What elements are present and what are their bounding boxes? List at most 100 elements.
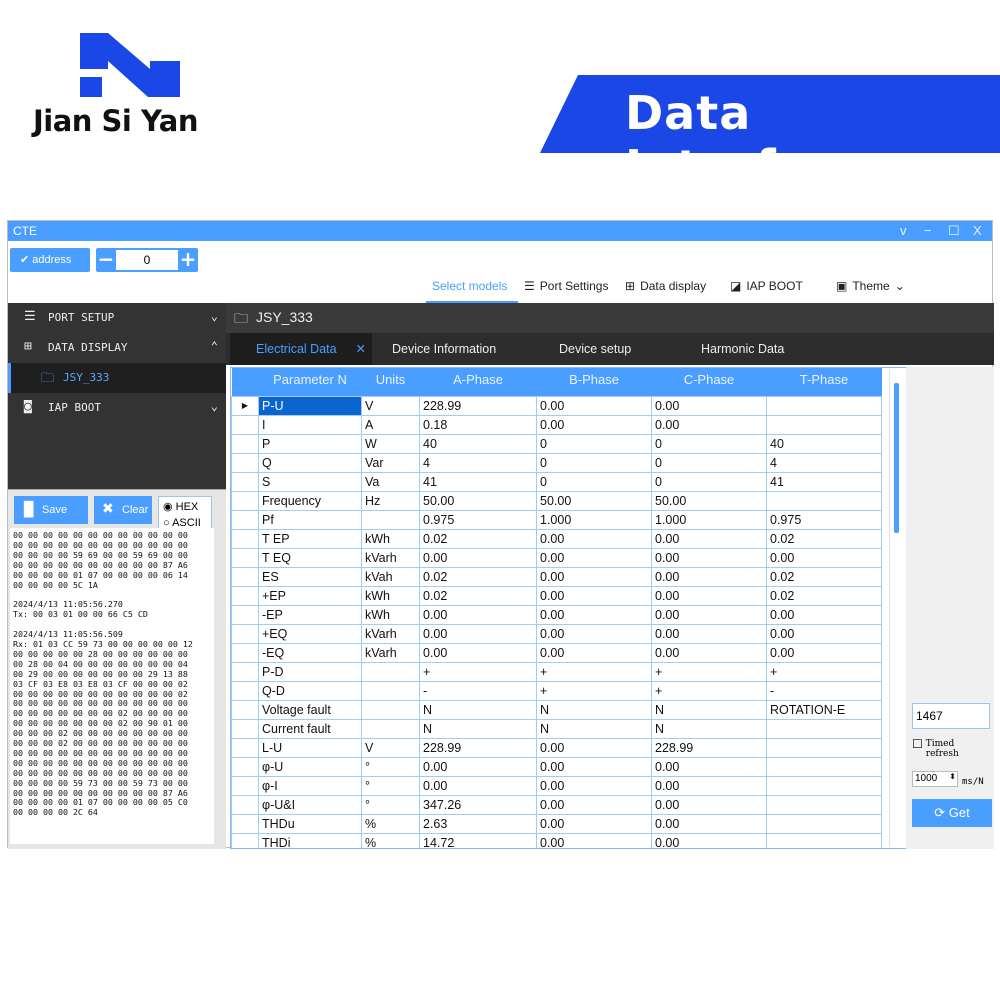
log-textarea[interactable]: 00 00 00 00 00 00 00 00 00 00 00 00 00 0… xyxy=(10,528,214,844)
table-cell[interactable]: P xyxy=(258,433,362,454)
tab-device-information[interactable]: Device Information xyxy=(392,342,496,356)
table-cell[interactable]: 2.63 xyxy=(419,813,537,834)
table-cell[interactable]: kVarh xyxy=(361,623,420,644)
table-cell[interactable]: 0.00 xyxy=(536,566,652,587)
table-cell[interactable]: 0 xyxy=(536,433,652,454)
table-cell[interactable]: THDu xyxy=(258,813,362,834)
table-cell[interactable]: P-D xyxy=(258,661,362,682)
column-header[interactable]: T-Phase xyxy=(766,368,882,396)
table-cell[interactable]: 0 xyxy=(651,452,767,473)
table-cell[interactable]: 0.00 xyxy=(536,756,652,777)
table-cell[interactable] xyxy=(766,718,882,739)
table-cell[interactable]: 0 xyxy=(536,452,652,473)
table-cell[interactable]: Va xyxy=(361,471,420,492)
row-selector[interactable] xyxy=(231,832,259,848)
table-cell[interactable]: 0.00 xyxy=(651,794,767,815)
table-cell[interactable]: φ-U xyxy=(258,756,362,777)
table-cell[interactable]: 0.00 xyxy=(419,756,537,777)
table-cell[interactable]: N xyxy=(419,699,537,720)
interval-spinner[interactable]: 1000 ⬍ xyxy=(912,771,958,787)
table-cell[interactable]: Pf xyxy=(258,509,362,530)
count-field[interactable]: 1467 xyxy=(912,703,990,729)
table-cell[interactable]: 0.00 xyxy=(536,642,652,663)
table-cell[interactable]: Current fault xyxy=(258,718,362,739)
table-cell[interactable]: T EQ xyxy=(258,547,362,568)
table-cell[interactable]: 0.00 xyxy=(536,623,652,644)
table-row[interactable]: P-D + + + + xyxy=(231,661,882,682)
sidebar-item-jsy333[interactable]: 🗀 JSY_333 xyxy=(8,363,226,393)
table-cell[interactable]: 0.00 xyxy=(536,832,652,848)
row-selector[interactable] xyxy=(231,528,259,549)
table-cell[interactable]: N xyxy=(651,718,767,739)
table-cell[interactable]: 0.02 xyxy=(419,528,537,549)
address-stepper[interactable]: − 0 + xyxy=(96,248,198,272)
table-cell[interactable]: 228.99 xyxy=(419,737,537,758)
table-cell[interactable]: 0.00 xyxy=(766,642,882,663)
table-cell[interactable] xyxy=(766,414,882,435)
table-cell[interactable] xyxy=(766,737,882,758)
table-cell[interactable] xyxy=(766,775,882,796)
table-cell[interactable] xyxy=(766,794,882,815)
row-selector[interactable] xyxy=(231,414,259,435)
table-cell[interactable]: 0.00 xyxy=(651,756,767,777)
row-selector[interactable] xyxy=(231,756,259,777)
row-selector[interactable] xyxy=(231,794,259,815)
table-cell[interactable] xyxy=(361,661,420,682)
table-cell[interactable]: 4 xyxy=(766,452,882,473)
row-selector[interactable] xyxy=(231,813,259,834)
table-cell[interactable]: 50.00 xyxy=(419,490,537,511)
table-cell[interactable]: THDi xyxy=(258,832,362,848)
table-cell[interactable]: 41 xyxy=(419,471,537,492)
table-row[interactable]: T EQ kVarh 0.00 0.00 0.00 0.00 xyxy=(231,547,882,568)
table-cell[interactable]: + xyxy=(651,680,767,701)
table-cell[interactable]: 14.72 xyxy=(419,832,537,848)
table-cell[interactable]: - xyxy=(419,680,537,701)
column-header[interactable]: Parameter N xyxy=(258,368,362,396)
table-row[interactable]: φ-U ° 0.00 0.00 0.00 xyxy=(231,756,882,777)
table-cell[interactable]: 0 xyxy=(651,433,767,454)
row-selector[interactable] xyxy=(231,661,259,682)
get-button[interactable]: ⟳ Get xyxy=(912,799,992,827)
table-cell[interactable]: 0.975 xyxy=(766,509,882,530)
column-header[interactable]: B-Phase xyxy=(536,368,652,396)
table-cell[interactable]: 0.00 xyxy=(419,604,537,625)
table-cell[interactable]: +EQ xyxy=(258,623,362,644)
close-button[interactable]: X xyxy=(973,223,982,238)
timed-refresh-checkbox[interactable]: ☐ Timed refresh xyxy=(912,738,966,759)
plus-button[interactable]: + xyxy=(178,248,198,270)
table-cell[interactable]: kWh xyxy=(361,528,420,549)
table-cell[interactable]: 0.02 xyxy=(766,566,882,587)
table-cell[interactable]: Hz xyxy=(361,490,420,511)
menu-select-models[interactable]: Select models xyxy=(432,279,507,293)
table-cell[interactable]: 1.000 xyxy=(651,509,767,530)
table-cell[interactable]: 50.00 xyxy=(536,490,652,511)
table-cell[interactable]: + xyxy=(419,661,537,682)
table-cell[interactable]: 0.02 xyxy=(419,585,537,606)
table-cell[interactable]: A xyxy=(361,414,420,435)
table-cell[interactable]: 0.00 xyxy=(651,547,767,568)
table-cell[interactable]: + xyxy=(536,680,652,701)
table-cell[interactable]: 40 xyxy=(766,433,882,454)
row-selector[interactable] xyxy=(231,452,259,473)
table-row[interactable]: L-U V 228.99 0.00 228.99 xyxy=(231,737,882,758)
table-cell[interactable]: 0.02 xyxy=(766,585,882,606)
sidebar-item-data-display[interactable]: ⊞ DATA DISPLAY ⌃ xyxy=(8,333,226,363)
table-cell[interactable]: 0 xyxy=(651,471,767,492)
table-cell[interactable]: kVarh xyxy=(361,547,420,568)
table-cell[interactable]: kWh xyxy=(361,604,420,625)
vertical-scrollbar[interactable] xyxy=(889,369,905,847)
tab-electrical-data[interactable]: Electrical Data ✕ xyxy=(230,333,372,365)
table-cell[interactable]: 0.00 xyxy=(651,604,767,625)
table-row[interactable]: Q Var 4 0 0 4 xyxy=(231,452,882,473)
table-cell[interactable]: N xyxy=(536,718,652,739)
table-cell[interactable]: N xyxy=(419,718,537,739)
table-cell[interactable]: 0.975 xyxy=(419,509,537,530)
table-cell[interactable]: ROTATION-E xyxy=(766,699,882,720)
table-cell[interactable]: Voltage fault xyxy=(258,699,362,720)
table-row[interactable]: ES kVah 0.02 0.00 0.00 0.02 xyxy=(231,566,882,587)
table-row[interactable]: φ-I ° 0.00 0.00 0.00 xyxy=(231,775,882,796)
table-cell[interactable] xyxy=(766,813,882,834)
table-row[interactable]: -EQ kVarh 0.00 0.00 0.00 0.00 xyxy=(231,642,882,663)
table-cell[interactable]: P-U xyxy=(258,395,362,416)
table-row[interactable]: ▶ P-U V 228.99 0.00 0.00 xyxy=(231,395,882,416)
